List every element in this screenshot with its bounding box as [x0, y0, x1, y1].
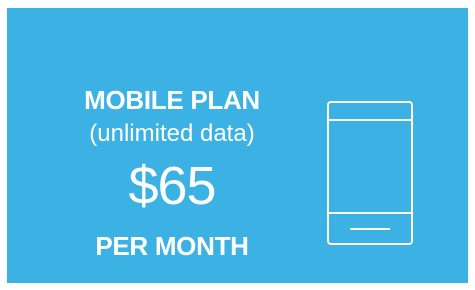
plan-subtitle: (unlimited data)	[89, 120, 255, 147]
plan-title: MOBILE PLAN	[84, 85, 260, 115]
plan-text-block: MOBILE PLAN (unlimited data) $65 PER MON…	[7, 8, 337, 283]
plan-period: PER MONTH	[95, 231, 249, 261]
smartphone-icon	[327, 101, 413, 245]
mobile-plan-card: MOBILE PLAN (unlimited data) $65 PER MON…	[7, 8, 468, 283]
plan-price: $65	[128, 156, 216, 216]
